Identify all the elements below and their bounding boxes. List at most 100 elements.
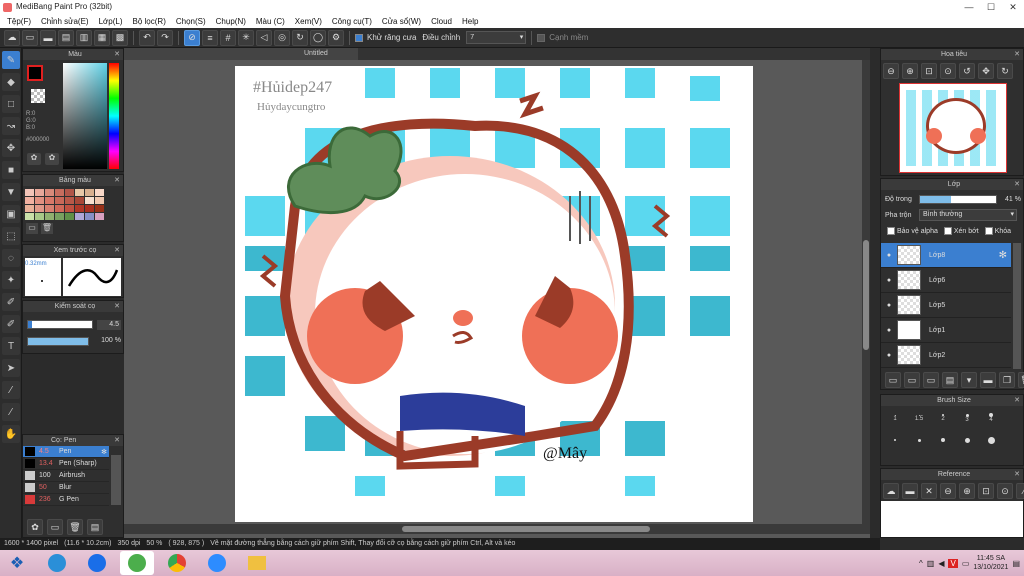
document-tab[interactable]: Untitled [124,48,358,60]
palette-swatch[interactable] [95,213,104,220]
select-pen-tool-icon[interactable]: ✐ [2,293,20,311]
palette-swatch[interactable] [55,213,64,220]
brush-size-option[interactable]: 1 [883,409,907,427]
palette-swatch[interactable] [65,189,74,196]
gear-icon[interactable]: ✻ [101,448,107,456]
open-folder-icon[interactable]: ▬ [902,483,918,499]
zoom-app[interactable] [200,551,234,575]
folder-icon[interactable]: ▬ [980,372,996,388]
drawing-canvas[interactable]: #Hủidep247 Hủydaycungtro @Mây [235,66,753,522]
select-tool-icon[interactable]: ⬚ [2,227,20,245]
clock[interactable]: 11:45 SA 13/10/2021 [973,554,1008,572]
palette-swatch[interactable] [55,197,64,204]
open-file-icon[interactable]: ▤ [58,29,74,46]
file-explorer-app[interactable] [240,551,274,575]
export-icon[interactable]: ▦ [94,29,110,46]
snap-parallel-icon[interactable]: ≡ [202,29,218,46]
horizontal-scroll-thumb[interactable] [402,526,650,532]
zoom-in-icon[interactable]: ⊕ [902,63,918,79]
brush-size-option[interactable]: 3 [955,409,979,427]
close-icon[interactable]: ✕ [1014,469,1020,480]
layer-dropdown-icon[interactable]: ▾ [961,372,977,388]
brush-tool-icon[interactable]: ✎ [2,51,20,69]
palette-swatch[interactable] [25,197,34,204]
palette-swatch[interactable] [75,205,84,212]
palette-swatch[interactable] [85,213,94,220]
menu-select[interactable]: Chọn(S) [171,17,211,26]
close-icon[interactable]: ✕ [114,175,120,186]
layer-item[interactable]: ● Lớp6 [881,268,1011,293]
palette-swatch[interactable] [75,189,84,196]
close-icon[interactable]: ✕ [114,301,120,312]
menu-tools[interactable]: Công cụ(T) [327,17,377,26]
palette-swatch[interactable] [35,189,44,196]
vertical-scroll-thumb[interactable] [863,240,869,350]
brush-size-slider[interactable] [27,320,93,329]
menu-window[interactable]: Cửa sổ(W) [377,17,426,26]
zoom-out-icon[interactable]: ⊖ [883,63,899,79]
eyedropper-icon[interactable]: ⁄ [1016,483,1024,499]
redo-icon[interactable]: ↷ [157,29,173,46]
layer-item[interactable]: ● Lớp5 [881,293,1011,318]
adjust-select[interactable]: 7 ▾ [466,31,527,44]
mixer-icon[interactable]: ✿ [45,153,59,165]
save-icon[interactable]: ▥ [76,29,92,46]
snap-curve-icon[interactable]: ↻ [292,29,308,46]
palette-swatch[interactable] [95,205,104,212]
gear-icon[interactable]: ✻ [999,250,1007,261]
coccoc-app[interactable] [120,551,154,575]
palette-swatch[interactable] [85,205,94,212]
palette-swatch[interactable] [55,205,64,212]
brush-settings-icon[interactable]: ▤ [87,519,103,535]
eraser-tool-icon[interactable]: ◆ [2,73,20,91]
delete-layer-icon[interactable]: 🗑 [1018,372,1024,388]
snap-off-icon[interactable]: ⊘ [184,29,200,46]
eye-icon[interactable]: ● [881,352,897,359]
menu-edit[interactable]: Chỉnh sửa(E) [36,17,94,26]
layer-item[interactable]: ● Lớp1 [881,318,1011,343]
palette-swatch[interactable] [45,189,54,196]
comment-icon[interactable]: ▬ [40,29,56,46]
blend-mode-select[interactable]: Bình thường ▾ [919,209,1017,221]
background-color-swatch[interactable] [31,89,45,103]
palette-swatch[interactable] [65,213,74,220]
add-brush-icon[interactable]: ✿ [27,519,43,535]
palette-icon[interactable]: ✿ [27,153,41,165]
cloud-icon[interactable]: ☁ [4,29,20,46]
foreground-color-swatch[interactable] [27,65,43,81]
clipping-checkbox[interactable] [943,227,952,235]
move-tool-icon[interactable]: ✥ [2,139,20,157]
brush-item-airbrush[interactable]: 100 Airbrush [23,470,109,482]
palette-swatch[interactable] [85,197,94,204]
zalo-app[interactable] [80,551,114,575]
grid-icon[interactable]: ▩ [112,29,128,46]
brush-item-pen[interactable]: 4.5 Pen ✻ [23,446,109,458]
new-brush-icon[interactable]: ▭ [47,519,63,535]
palette-swatch[interactable] [65,197,74,204]
new-file-icon[interactable]: ▭ [22,29,38,46]
vietnamese-ime-icon[interactable]: V [948,558,958,568]
menu-snap[interactable]: Chụp(N) [211,17,251,26]
palette-swatch[interactable] [75,197,84,204]
brush-size-option[interactable] [883,431,907,449]
brush-item-blur[interactable]: 50 Blur [23,482,109,494]
layer-item[interactable]: ● Lớp2 [881,343,1011,368]
layer-list-scrollbar[interactable] [1013,243,1021,369]
palette-swatch[interactable] [45,205,54,212]
chevron-up-icon[interactable]: ^ [919,559,923,568]
palette-swatch[interactable] [65,205,74,212]
palette-swatch[interactable] [85,189,94,196]
palette-swatch[interactable] [45,197,54,204]
palette-swatch[interactable] [55,189,64,196]
fit-icon[interactable]: ⊡ [921,63,937,79]
select-eraser-tool-icon[interactable]: ✐ [2,315,20,333]
close-icon[interactable]: ✕ [1014,395,1020,406]
eyedropper-tool-icon[interactable]: ⁄ [2,403,20,421]
hue-slider[interactable] [109,63,119,169]
brush-size-option[interactable]: 1.5 [907,409,931,427]
eye-icon[interactable]: ● [881,277,897,284]
palette-swatch[interactable] [95,197,104,204]
palette-swatch[interactable] [35,213,44,220]
menu-filter[interactable]: Bộ lọc(R) [128,17,171,26]
snap-settings-icon[interactable]: ⚙ [328,29,344,46]
